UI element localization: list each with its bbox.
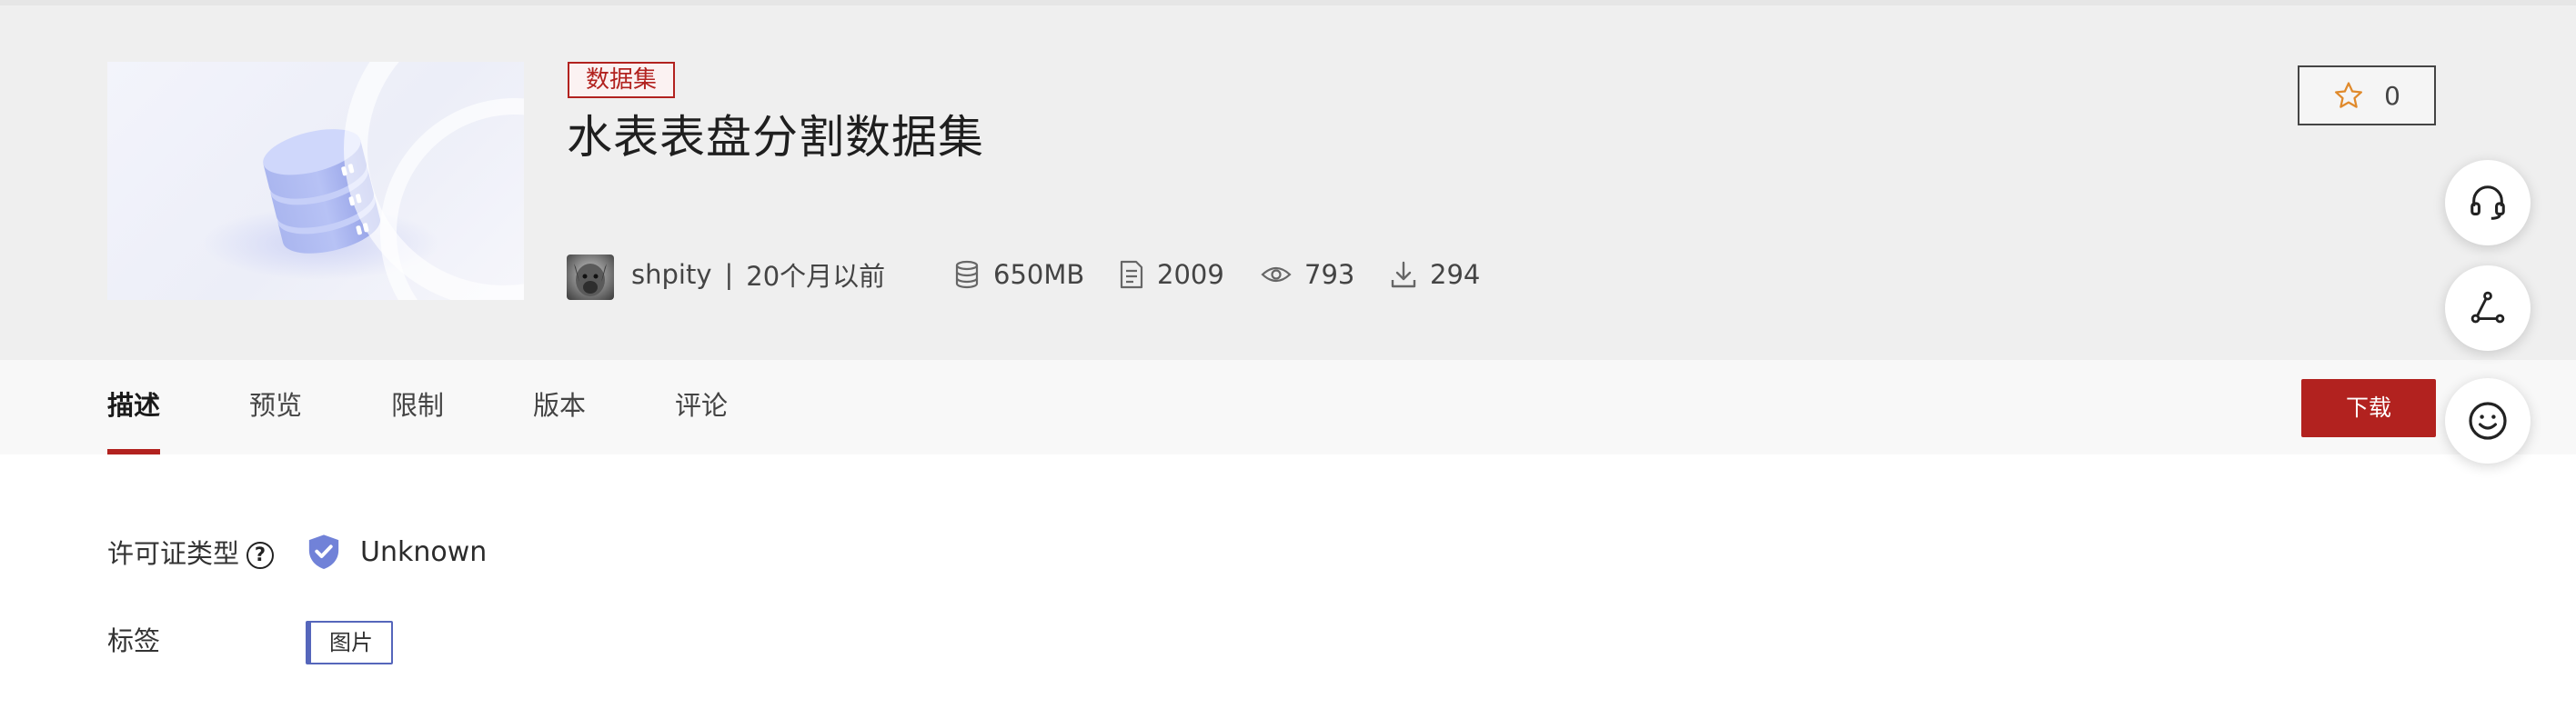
size-value: 650MB: [993, 259, 1085, 290]
tab-restrictions[interactable]: 限制: [391, 360, 444, 454]
author-avatar[interactable]: [567, 255, 614, 300]
headset-icon: [2470, 185, 2505, 220]
meta-separator: |: [724, 259, 734, 290]
dataset-header: 数据集 水表表盘分割数据集 shpity | 20个月以前 650MB 2009: [0, 0, 2576, 360]
share-nodes-icon: [2470, 291, 2505, 324]
tab-comments[interactable]: 评论: [675, 360, 728, 454]
stat-files: 2009: [1119, 251, 1224, 298]
shield-check-icon: [308, 534, 339, 570]
files-value: 2009: [1157, 259, 1224, 290]
license-type: Unknown: [360, 535, 488, 568]
tab-versions[interactable]: 版本: [533, 360, 586, 454]
license-value: Unknown: [306, 533, 487, 571]
star-icon: [2335, 82, 2363, 108]
download-icon: [1391, 261, 1416, 288]
dog-avatar-icon: [574, 264, 607, 296]
license-label-row: 许可证类型?: [107, 533, 275, 571]
database-icon: [955, 260, 979, 289]
stat-size: 650MB: [953, 251, 1084, 298]
smile-icon: [2469, 402, 2507, 440]
help-icon[interactable]: ?: [247, 542, 275, 569]
tag-chip[interactable]: 图片: [306, 621, 393, 664]
dataset-thumbnail: [107, 62, 524, 300]
tab-description[interactable]: 描述: [107, 360, 161, 454]
eye-icon: [1261, 266, 1292, 283]
stat-views: 793: [1261, 251, 1354, 298]
stat-downloads: 294: [1390, 251, 1480, 298]
views-value: 793: [1304, 259, 1355, 290]
feedback-button[interactable]: [2445, 378, 2531, 464]
downloads-value: 294: [1430, 259, 1481, 290]
customer-service-button[interactable]: [2445, 160, 2531, 245]
dataset-title: 水表表盘分割数据集: [567, 111, 984, 164]
updated-time: 20个月以前: [746, 261, 886, 292]
tags-label: 标签: [107, 625, 161, 656]
file-icon: [1120, 260, 1143, 289]
share-button[interactable]: [2445, 265, 2531, 351]
download-button[interactable]: 下载: [2301, 379, 2436, 437]
tab-bar: 描述 预览 限制 版本 评论: [0, 360, 2576, 454]
star-count: 0: [2384, 80, 2400, 111]
dataset-type-badge: 数据集: [568, 62, 675, 98]
author-name[interactable]: shpity: [631, 259, 712, 290]
tab-preview[interactable]: 预览: [249, 360, 302, 454]
license-label: 许可证类型: [107, 538, 240, 569]
star-button[interactable]: 0: [2298, 65, 2436, 125]
author-meta: shpity | 20个月以前: [631, 251, 885, 298]
